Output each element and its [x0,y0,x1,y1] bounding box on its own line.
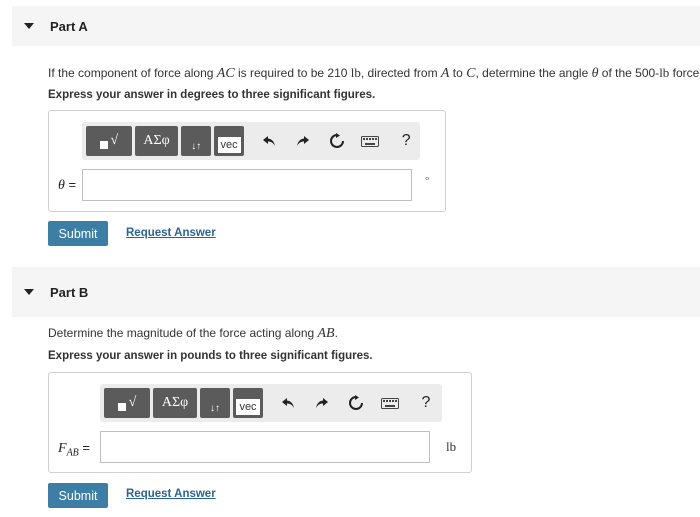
vec-button[interactable]: vec [233,388,263,418]
part-a-variable-label: θ = [58,177,77,193]
templates-button[interactable]: √ [86,126,132,156]
keyboard-icon[interactable] [356,127,384,155]
symbols-button[interactable]: ΑΣφ [153,388,197,418]
part-b-request-answer-link[interactable]: Request Answer [126,488,216,500]
part-a-instruction: Express your answer in degrees to three … [48,89,376,101]
part-b-prompt: Determine the magnitude of the force act… [48,326,338,341]
part-a-answer-input[interactable] [82,169,412,201]
part-b-title: Part B [50,284,89,300]
part-b-unit: lb [446,439,457,454]
part-b-toolbar: √ ΑΣφ ↓↑ vec ? [100,384,442,422]
undo-icon[interactable] [274,389,302,417]
part-a-request-answer-link[interactable]: Request Answer [126,227,216,239]
undo-icon[interactable] [255,127,283,155]
keyboard-icon[interactable] [376,389,404,417]
order-button[interactable]: ↓↑ [181,126,212,156]
part-a-prompt: If the component of force along AC is re… [48,65,700,81]
part-a-unit: ° [425,175,430,187]
help-icon[interactable]: ? [412,389,440,417]
order-button[interactable]: ↓↑ [200,388,230,418]
redo-icon[interactable] [308,389,336,417]
vec-button[interactable]: vec [214,126,244,156]
help-icon[interactable]: ? [392,127,420,155]
part-a-toolbar: √ ΑΣφ ↓↑ vec ? [82,122,420,160]
part-b-submit-button[interactable]: Submit [48,483,108,508]
reset-icon[interactable] [342,389,370,417]
part-b-header[interactable]: Part B [12,267,700,317]
collapse-caret-icon[interactable] [24,289,34,295]
part-b-variable-label: FAB = [58,440,90,459]
symbols-button[interactable]: ΑΣφ [134,126,179,156]
templates-button[interactable]: √ [104,388,150,418]
part-b-instruction: Express your answer in pounds to three s… [48,350,373,362]
part-a-header[interactable]: Part A [12,6,700,46]
reset-icon[interactable] [323,127,351,155]
part-b-answer-input[interactable] [100,431,430,463]
part-a-title: Part A [50,18,88,34]
redo-icon[interactable] [289,127,317,155]
collapse-caret-icon[interactable] [24,23,34,29]
part-a-submit-button[interactable]: Submit [48,221,108,246]
